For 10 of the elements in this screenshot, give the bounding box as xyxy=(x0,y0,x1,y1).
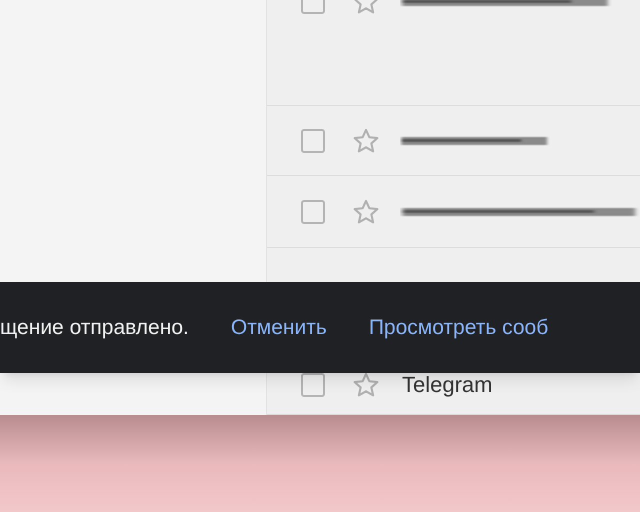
snackbar-message: щение отправлено. xyxy=(0,314,189,341)
snackbar-action[interactable]: Отменить xyxy=(230,312,327,344)
star-icon[interactable] xyxy=(352,126,380,154)
star-icon[interactable] xyxy=(352,370,380,398)
checkbox[interactable] xyxy=(301,128,325,152)
sender-name: Telegram xyxy=(402,371,492,399)
snackbar-action[interactable]: Просмотреть сооб xyxy=(368,312,548,344)
checkbox[interactable] xyxy=(301,200,325,224)
mail-row[interactable] xyxy=(267,0,640,106)
star-icon[interactable] xyxy=(352,198,380,226)
